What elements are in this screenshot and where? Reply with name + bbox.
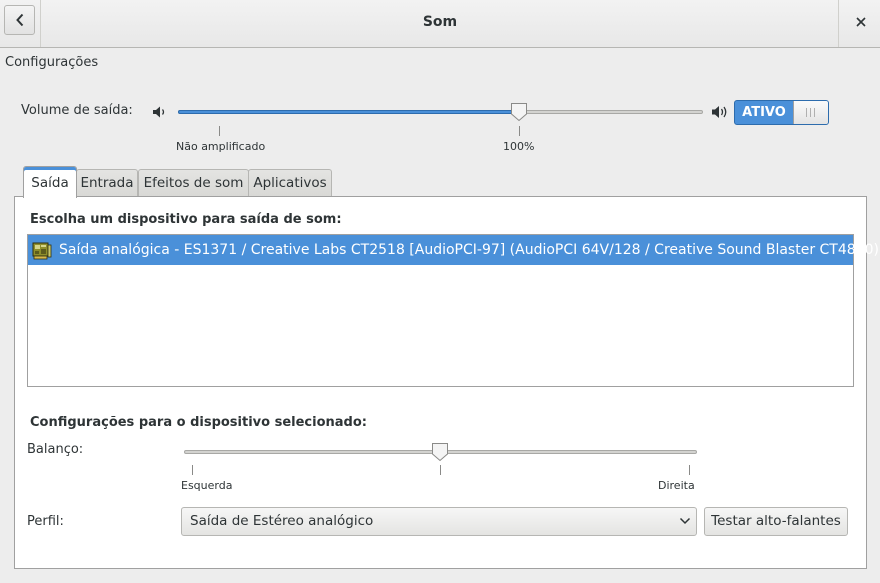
volume-mark-unamplified: Não amplificado xyxy=(176,140,266,153)
choose-device-label: Escolha um dispositivo para saída de som… xyxy=(30,212,342,227)
balance-mark-tick xyxy=(440,465,441,475)
selected-device-settings-label: Configurações para o dispositivo selecio… xyxy=(30,415,367,430)
header-separator xyxy=(838,0,839,47)
mute-toggle-switch[interactable]: ATIVO xyxy=(734,100,829,125)
device-name: Saída analógica - ES1371 / Creative Labs… xyxy=(59,242,879,258)
section-title: Configurações xyxy=(5,55,99,70)
tab-efeitos-de-som[interactable]: Efeitos de som xyxy=(138,169,249,197)
volume-mark-tick xyxy=(519,126,520,136)
sound-card-icon xyxy=(32,242,52,260)
chevron-down-icon xyxy=(679,517,691,525)
volume-slider-fill xyxy=(178,110,519,114)
device-list[interactable]: Saída analógica - ES1371 / Creative Labs… xyxy=(27,234,879,387)
balance-mark-right: Direita xyxy=(658,479,695,492)
tab-entrada[interactable]: Entrada xyxy=(76,169,138,197)
balance-mark-tick xyxy=(192,465,193,475)
list-item[interactable]: Saída analógica - ES1371 / Creative Labs… xyxy=(28,235,879,265)
volume-mark-100: 100% xyxy=(503,140,535,153)
tab-aplicativos[interactable]: Aplicativos xyxy=(248,169,332,197)
profile-selected-value: Saída de Estéreo analógico xyxy=(190,513,374,529)
header-separator xyxy=(40,0,41,47)
balance-slider-handle[interactable] xyxy=(431,442,449,462)
speaker-high-icon xyxy=(712,106,727,118)
profile-label: Perfil: xyxy=(27,514,64,529)
volume-slider-handle[interactable] xyxy=(510,102,528,122)
switch-on-label: ATIVO xyxy=(742,105,786,120)
test-speakers-button[interactable]: Testar alto-falantes xyxy=(704,507,848,536)
output-volume-label: Volume de saída: xyxy=(21,103,133,118)
window-title: Som xyxy=(422,14,458,30)
volume-mark-tick xyxy=(219,126,220,136)
balance-mark-tick xyxy=(689,465,690,475)
switch-knob xyxy=(793,101,828,124)
speaker-low-icon xyxy=(153,106,165,118)
profile-dropdown[interactable]: Saída de Estéreo analógico xyxy=(181,507,697,536)
close-icon xyxy=(856,17,866,27)
balance-label: Balanço: xyxy=(27,442,84,457)
header-bar: Som xyxy=(0,0,880,48)
back-button[interactable] xyxy=(4,5,35,35)
balance-mark-left: Esquerda xyxy=(181,479,233,492)
chevron-left-icon xyxy=(15,13,23,27)
close-button[interactable] xyxy=(849,10,873,34)
tab-saida[interactable]: Saída xyxy=(23,166,77,198)
